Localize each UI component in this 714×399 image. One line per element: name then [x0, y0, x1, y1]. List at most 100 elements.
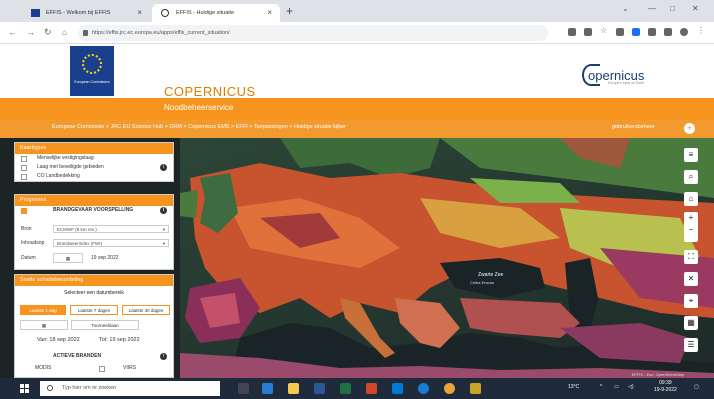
from-date: Van: 18 sep 2022 [37, 337, 80, 343]
site-header: European Commission opernicus Europe's e… [0, 44, 714, 98]
weather-text[interactable]: 13°C [568, 384, 579, 390]
minimize-icon[interactable]: — [648, 4, 656, 13]
zoom-in-icon[interactable]: + [689, 213, 694, 222]
forward-icon[interactable]: → [26, 27, 35, 37]
date-value: 19 sep 2022 [91, 255, 119, 261]
panel-title: Kaarttypes [15, 143, 173, 154]
lock-icon [83, 30, 88, 36]
checkbox[interactable] [21, 165, 27, 171]
breadcrumb-text[interactable]: Europese Commissie > JRC EU Science Hub … [52, 124, 346, 130]
url-field[interactable]: https://effis.jrc.ec.europa.eu/apps/effi… [78, 25, 548, 41]
network-icon[interactable]: ▭ [614, 384, 619, 390]
fullscreen-icon[interactable]: ⛶ [684, 250, 698, 264]
notification-icon[interactable]: ▢ [694, 384, 699, 390]
add-icon[interactable]: + [684, 123, 695, 134]
maximize-icon[interactable]: □ [670, 4, 675, 13]
calendar-button[interactable]: ▦ [20, 320, 68, 330]
eu-flag-icon [31, 9, 40, 17]
map-types-panel: Kaarttypes Menselijke vestigingslaag Laa… [14, 142, 174, 182]
map-label: Ceiba Ensola [470, 280, 495, 285]
windows-taskbar: Typ hier om te zoeken 13°C ^ ▭ ◁) 09:39 … [0, 378, 714, 399]
source-select[interactable]: ECMWF (8 km res.) [53, 225, 169, 233]
radio-checked[interactable] [21, 208, 27, 214]
date: 19-9-2022 [654, 387, 677, 393]
chevron-down-icon[interactable]: ⌄ [622, 4, 629, 13]
home-icon[interactable]: ⌂ [684, 192, 698, 206]
forecast-header: BRANDGEVAAR VOORSPELLING [53, 207, 134, 213]
back-icon[interactable]: ← [8, 27, 17, 37]
service-title: Noodbeheerservice [164, 103, 234, 112]
layer-toggle[interactable]: CO Landbedekking [15, 172, 173, 181]
location-pin-icon[interactable]: ⌖ [684, 294, 698, 308]
menu-icon[interactable]: ⋮ [697, 26, 705, 35]
map-attribution: EFFIS - Esri, OpenStreetMap [631, 372, 684, 377]
layer-toggle[interactable]: Menselijke vestigingslaag [15, 154, 173, 163]
word-icon[interactable] [314, 383, 325, 394]
share-icon[interactable] [584, 28, 592, 36]
last-1-day-button[interactable]: Laatste 1 dag [20, 305, 66, 315]
sidebar-icon[interactable] [664, 28, 672, 36]
active-fires-header: ACTIEVE BRANDEN [53, 353, 102, 359]
excel-icon[interactable] [340, 383, 351, 394]
index-value: Brandweerindex (FWI) [57, 241, 103, 246]
zoom-control[interactable]: + − [684, 212, 698, 242]
last-30-days-button[interactable]: Laatste 30 dagen [122, 305, 170, 315]
eu-commission-logo[interactable]: European Commission [70, 46, 114, 96]
grid-icon[interactable]: ▦ [684, 316, 698, 330]
info-icon[interactable]: i [160, 353, 167, 360]
layer-toggle[interactable]: Laag met beveiligde gebieden i [15, 163, 173, 172]
brand-title: COPERNICUS [164, 84, 256, 99]
custom-range-button[interactable]: Tourneeblaan [71, 320, 139, 330]
taskbar-clock[interactable]: 09:39 19-9-2022 [654, 380, 677, 394]
list-icon[interactable]: ☰ [684, 338, 698, 352]
damage-assessment-panel: Snelle schadebeoordeling Selecteer een d… [14, 274, 174, 378]
info-icon[interactable]: i [160, 207, 167, 214]
search-placeholder: Typ hier om te zoeken [62, 385, 117, 391]
chrome-icon[interactable] [444, 383, 455, 394]
fire-danger-forecast-toggle[interactable]: BRANDGEVAAR VOORSPELLING i [15, 206, 173, 215]
translate-icon[interactable] [568, 28, 576, 36]
copernicus-logo[interactable]: opernicus Europe's eyes on Earth [582, 64, 644, 86]
date-range-hint: Selecteer een datumbereik [64, 290, 124, 296]
panel-title: Snelle schadebeoordeling [15, 275, 173, 286]
checkbox[interactable] [21, 174, 27, 180]
chevron-up-icon[interactable]: ^ [600, 384, 602, 390]
powerpoint-icon[interactable] [366, 383, 377, 394]
last-7-days-button[interactable]: Laatste 7 dagen [70, 305, 118, 315]
layers-icon[interactable]: ≡ [684, 148, 698, 162]
volume-icon[interactable]: ◁) [628, 384, 634, 390]
app-icon[interactable] [470, 383, 481, 394]
close-icon[interactable]: ✕ [684, 272, 698, 286]
extension-icon[interactable] [616, 28, 624, 36]
new-tab-button[interactable]: + [286, 4, 293, 18]
zoom-out-icon[interactable]: − [689, 225, 694, 234]
browser-tab-active[interactable]: EFFIS - Huidige situatie × [152, 4, 280, 22]
tab-title: EFFIS - Huidige situatie [176, 10, 235, 16]
edge-icon[interactable] [418, 383, 429, 394]
extension-icon[interactable] [632, 28, 640, 36]
home-icon[interactable]: ⌂ [62, 28, 67, 37]
modis-label: MODIS [35, 365, 52, 371]
task-view-icon[interactable] [238, 383, 249, 394]
calendar-button[interactable]: ▦ [53, 253, 83, 263]
reload-icon[interactable]: ↻ [44, 27, 52, 38]
windows-start-icon[interactable] [20, 384, 29, 393]
close-tab-icon[interactable]: × [267, 8, 272, 17]
info-icon[interactable]: i [160, 164, 167, 171]
search-icon[interactable]: ⌕ [684, 170, 698, 184]
close-tab-icon[interactable]: × [137, 8, 142, 17]
star-icon[interactable]: ☆ [600, 26, 608, 35]
profile-icon[interactable] [680, 28, 688, 36]
file-explorer-icon[interactable] [288, 383, 299, 394]
viirs-checkbox[interactable] [99, 366, 105, 372]
browser-tab[interactable]: EFFIS - Welkom bij EFFIS × [22, 4, 150, 22]
puzzle-icon[interactable] [648, 28, 656, 36]
url-text: https://effis.jrc.ec.europa.eu/apps/effi… [92, 30, 230, 36]
app-icon[interactable] [262, 383, 273, 394]
checkbox[interactable] [21, 156, 27, 162]
close-window-icon[interactable]: ✕ [692, 4, 699, 13]
outlook-icon[interactable] [392, 383, 403, 394]
taskbar-search-input[interactable]: Typ hier om te zoeken [40, 381, 220, 396]
user-management-link[interactable]: gebruikersbeheer [612, 124, 655, 130]
index-select[interactable]: Brandweerindex (FWI) [53, 239, 169, 247]
